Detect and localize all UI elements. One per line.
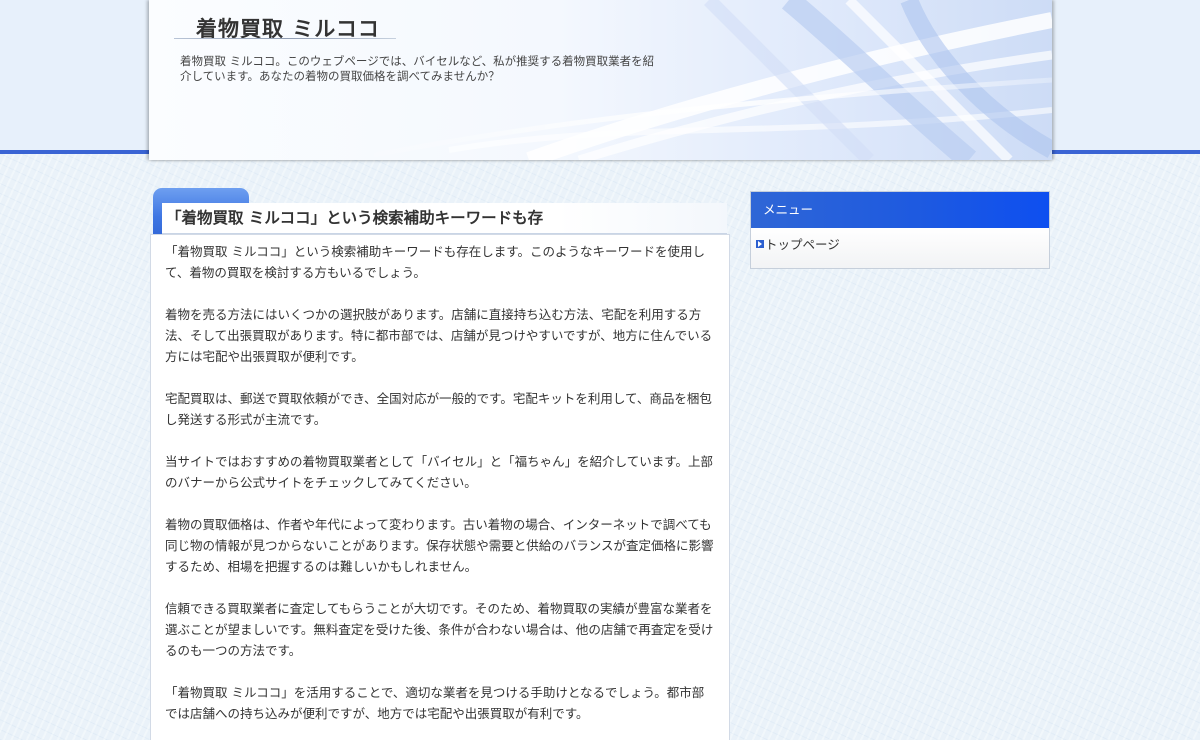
- arrow-right-icon: [756, 239, 764, 248]
- post-paragraph-7: 「着物買取 ミルココ」を活用することで、適切な業者を見つける手助けとなるでしょう…: [165, 685, 705, 721]
- post-paragraph-2: 着物を売る方法にはいくつかの選択肢があります。店舗に直接持ち込む方法、宅配を利用…: [165, 307, 713, 364]
- sidebar-menu: メニュー トップページ: [750, 191, 1050, 269]
- post-paragraph-6: 信頼できる買取業者に査定してもらうことが大切です。そのため、着物買取の実績が豊富…: [165, 601, 714, 658]
- menu-list: トップページ: [751, 228, 1049, 268]
- post-paragraph-3: 宅配買取は、郵送で買取依頼ができ、全国対応が一般的です。宅配キットを利用して、商…: [165, 391, 712, 427]
- site-title[interactable]: 着物買取 ミルココ: [196, 13, 380, 45]
- post-paragraph-4: 当サイトではおすすめの着物買取業者として「バイセル」と「福ちゃん」を紹介していま…: [165, 454, 714, 490]
- title-underline: [174, 38, 396, 39]
- main-content: 「着物買取 ミルココ」という検索補助キーワードも存 「着物買取 ミルココ」という…: [150, 188, 730, 740]
- menu-title: メニュー: [751, 192, 1049, 228]
- menu-item-label: トップページ: [765, 237, 840, 252]
- post-title: 「着物買取 ミルココ」という検索補助キーワードも存: [166, 209, 544, 227]
- post-paragraph-5: 着物の買取価格は、作者や年代によって変わります。古い着物の場合、インターネットで…: [165, 517, 714, 574]
- menu-item-top-page[interactable]: トップページ: [751, 228, 1049, 253]
- site-header: 着物買取 ミルココ 着物買取 ミルココ。このウェブページでは、バイセルなど、私が…: [149, 0, 1052, 160]
- site-description: 着物買取 ミルココ。このウェブページでは、バイセルなど、私が推奨する着物買取業者…: [180, 54, 655, 83]
- post-paragraph-1: 「着物買取 ミルココ」という検索補助キーワードも存在します。このようなキーワード…: [165, 244, 705, 280]
- post-body: 「着物買取 ミルココ」という検索補助キーワードも存在します。このようなキーワード…: [150, 234, 730, 740]
